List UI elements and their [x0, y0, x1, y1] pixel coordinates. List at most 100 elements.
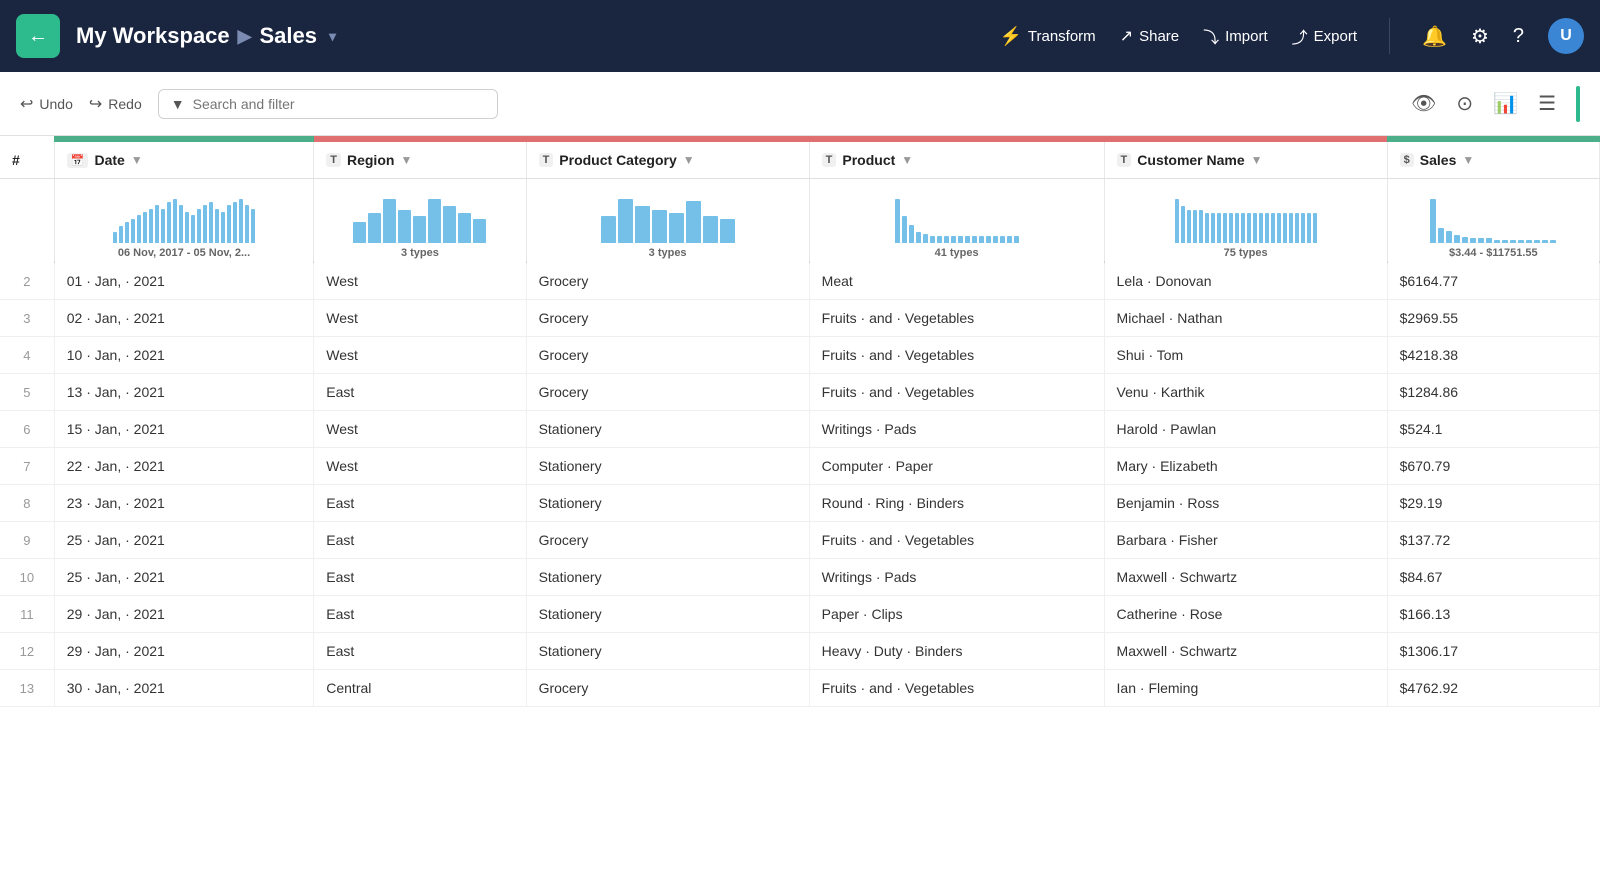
notifications-icon[interactable]: 🔔 [1422, 24, 1447, 49]
redo-button[interactable]: ↪ Redo [89, 94, 142, 114]
cell-date: 13 · Jan, · 2021 [54, 374, 314, 411]
prodcat-sort-arrow[interactable]: ▼ [683, 153, 695, 167]
col-header-prodcat[interactable]: T Product Category ▼ [526, 142, 809, 179]
prodcat-type-badge: T [539, 153, 554, 167]
redo-icon: ↪ [89, 94, 102, 114]
filter-icon: ▼ [171, 96, 185, 112]
table-row[interactable]: 3 02 · Jan, · 2021 West Grocery Fruits ·… [0, 300, 1600, 337]
search-box[interactable]: ▼ [158, 89, 498, 119]
col-header-product[interactable]: T Product ▼ [809, 142, 1104, 179]
table-row[interactable]: 9 25 · Jan, · 2021 East Grocery Fruits ·… [0, 522, 1600, 559]
layout-icon[interactable]: ☰ [1538, 91, 1556, 116]
export-button[interactable]: ⤴ Export [1292, 24, 1357, 48]
header-row: # 📅 Date ▼ T Region ▼ [0, 142, 1600, 179]
table-row[interactable]: 4 10 · Jan, · 2021 West Grocery Fruits ·… [0, 337, 1600, 374]
col-header-date[interactable]: 📅 Date ▼ [54, 142, 314, 179]
cell-prodcat: Grocery [526, 670, 809, 707]
cell-date: 10 · Jan, · 2021 [54, 337, 314, 374]
cell-product: Computer · Paper [809, 448, 1104, 485]
stats-row: 06 Nov, 2017 - 05 Nov, 2... 3 types 3 ty… [0, 179, 1600, 263]
settings-icon[interactable]: ⚙ [1471, 24, 1489, 49]
help-icon[interactable]: ? [1513, 25, 1524, 48]
table-row[interactable]: 7 22 · Jan, · 2021 West Stationery Compu… [0, 448, 1600, 485]
cell-product: Heavy · Duty · Binders [809, 633, 1104, 670]
cell-prodcat: Grocery [526, 337, 809, 374]
date-sort-arrow[interactable]: ▼ [131, 153, 143, 167]
cell-date: 01 · Jan, · 2021 [54, 262, 314, 300]
cell-prodcat: Stationery [526, 596, 809, 633]
cell-region: West [314, 300, 526, 337]
row-num: 7 [0, 448, 54, 485]
row-num: 13 [0, 670, 54, 707]
custname-sort-arrow[interactable]: ▼ [1251, 153, 1263, 167]
sales-mini-chart [1400, 193, 1587, 243]
stats-date: 06 Nov, 2017 - 05 Nov, 2... [54, 184, 314, 268]
table-row[interactable]: 2 01 · Jan, · 2021 West Grocery Meat Lel… [0, 262, 1600, 300]
undo-button[interactable]: ↩ Undo [20, 94, 73, 114]
custname-mini-chart [1117, 193, 1375, 243]
page-label: Sales [260, 23, 318, 49]
col-header-num: # [0, 142, 54, 179]
chart-icon[interactable]: 📊 [1493, 91, 1518, 116]
date-range-label: 06 Nov, 2017 - 05 Nov, 2... [67, 247, 302, 259]
share-button[interactable]: ↗ Share [1120, 26, 1179, 46]
search-input[interactable] [193, 96, 485, 112]
back-button[interactable]: ← [16, 14, 60, 58]
region-sort-arrow[interactable]: ▼ [400, 153, 412, 167]
cell-custname: Ian · Fleming [1104, 670, 1387, 707]
cell-prodcat: Grocery [526, 300, 809, 337]
row-num: 6 [0, 411, 54, 448]
cell-region: East [314, 374, 526, 411]
import-button[interactable]: ⤵ Import [1203, 24, 1268, 48]
table-container: # 📅 Date ▼ T Region ▼ [0, 136, 1600, 882]
table-row[interactable]: 10 25 · Jan, · 2021 East Stationery Writ… [0, 559, 1600, 596]
cell-sales: $670.79 [1387, 448, 1599, 485]
stats-sales: $3.44 - $11751.55 [1387, 184, 1599, 268]
transform-button[interactable]: ⚡ Transform [999, 26, 1095, 47]
cell-date: 02 · Jan, · 2021 [54, 300, 314, 337]
col-header-region[interactable]: T Region ▼ [314, 142, 526, 179]
custname-col-label: Customer Name [1137, 152, 1244, 168]
table-row[interactable]: 5 13 · Jan, · 2021 East Grocery Fruits ·… [0, 374, 1600, 411]
table-row[interactable]: 6 15 · Jan, · 2021 West Stationery Writi… [0, 411, 1600, 448]
cell-date: 29 · Jan, · 2021 [54, 633, 314, 670]
col-header-sales[interactable]: $ Sales ▼ [1387, 142, 1599, 179]
stats-region: 3 types [314, 184, 526, 268]
cell-sales: $29.19 [1387, 485, 1599, 522]
date-type-badge: 📅 [67, 153, 89, 168]
cell-sales: $1306.17 [1387, 633, 1599, 670]
cell-custname: Benjamin · Ross [1104, 485, 1387, 522]
table-row[interactable]: 11 29 · Jan, · 2021 East Stationery Pape… [0, 596, 1600, 633]
toolbar: ↩ Undo ↪ Redo ▼ 👁 ⊙ 📊 ☰ [0, 72, 1600, 136]
cell-sales: $1284.86 [1387, 374, 1599, 411]
cell-sales: $524.1 [1387, 411, 1599, 448]
cell-region: West [314, 448, 526, 485]
back-icon: ← [28, 25, 48, 48]
cell-region: East [314, 559, 526, 596]
cell-sales: $84.67 [1387, 559, 1599, 596]
eye-icon[interactable]: 👁 [1411, 91, 1436, 116]
product-mini-chart [822, 193, 1092, 243]
target-icon[interactable]: ⊙ [1456, 91, 1473, 116]
table-row[interactable]: 8 23 · Jan, · 2021 East Stationery Round… [0, 485, 1600, 522]
export-icon: ⤴ [1292, 24, 1308, 48]
import-icon: ⤵ [1203, 24, 1219, 48]
cell-prodcat: Stationery [526, 411, 809, 448]
user-avatar[interactable]: U [1548, 18, 1584, 54]
cell-product: Fruits · and · Vegetables [809, 337, 1104, 374]
cell-product: Paper · Clips [809, 596, 1104, 633]
cell-sales: $4218.38 [1387, 337, 1599, 374]
product-types-label: 41 types [822, 247, 1092, 259]
cell-custname: Maxwell · Schwartz [1104, 633, 1387, 670]
region-type-badge: T [326, 153, 341, 167]
cell-custname: Harold · Pawlan [1104, 411, 1387, 448]
row-num: 2 [0, 262, 54, 300]
sales-sort-arrow[interactable]: ▼ [1462, 153, 1474, 167]
table-row[interactable]: 12 29 · Jan, · 2021 East Stationery Heav… [0, 633, 1600, 670]
region-col-label: Region [347, 152, 394, 168]
product-sort-arrow[interactable]: ▼ [901, 153, 913, 167]
cell-sales: $166.13 [1387, 596, 1599, 633]
table-row[interactable]: 13 30 · Jan, · 2021 Central Grocery Frui… [0, 670, 1600, 707]
page-dropdown-arrow[interactable]: ▾ [329, 28, 336, 45]
col-header-custname[interactable]: T Customer Name ▼ [1104, 142, 1387, 179]
